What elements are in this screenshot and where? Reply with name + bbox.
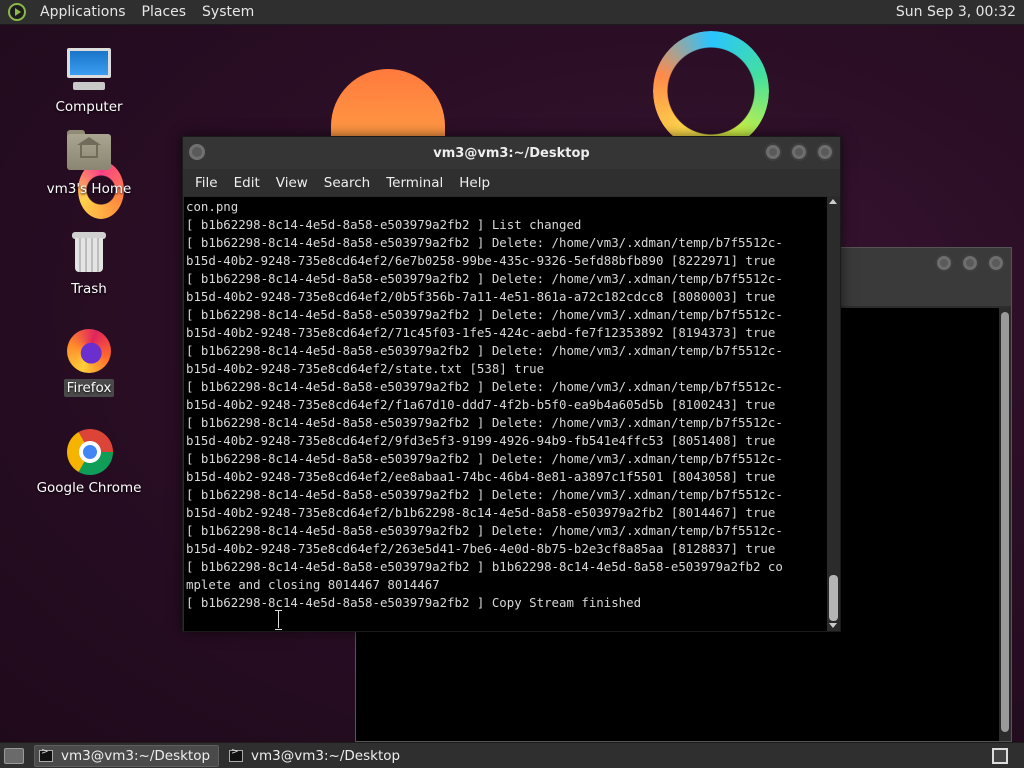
window-menu-button[interactable] xyxy=(189,144,205,160)
terminal-line: b15d-40b2-9248-735e8cd64ef2/state.txt [5… xyxy=(186,361,545,376)
scroll-down-arrow-icon[interactable] xyxy=(829,623,837,628)
close-button[interactable] xyxy=(987,254,1005,272)
wallpaper-shape-ring xyxy=(653,31,769,151)
terminal-line: b15d-40b2-9248-735e8cd64ef2/71c45f03-1fe… xyxy=(186,325,776,340)
terminal-line: con.png xyxy=(186,199,239,214)
mate-logo-icon[interactable] xyxy=(8,3,26,21)
terminal-line: [ b1b62298-8c14-4e5d-8a58-e503979a2fb2 ]… xyxy=(186,523,783,538)
background-scrollbar[interactable] xyxy=(999,308,1011,741)
taskbar-item-terminal-2[interactable]: vm3@vm3:~/Desktop xyxy=(225,745,408,767)
terminal-line: [ b1b62298-8c14-4e5d-8a58-e503979a2fb2 ]… xyxy=(186,343,783,358)
desktop-icon-label: Trash xyxy=(71,281,107,297)
menu-file[interactable]: File xyxy=(187,175,226,191)
terminal-icon xyxy=(39,747,53,762)
terminal-line: [ b1b62298-8c14-4e5d-8a58-e503979a2fb2 ]… xyxy=(186,271,783,286)
desktop-icon-computer[interactable]: Computer xyxy=(29,46,149,116)
terminal-line: [ b1b62298-8c14-4e5d-8a58-e503979a2fb2 ]… xyxy=(186,487,783,502)
terminal-line: [ b1b62298-8c14-4e5d-8a58-e503979a2fb2 ]… xyxy=(186,451,783,466)
desktop-icon-home[interactable]: vm3's Home xyxy=(29,128,149,198)
menu-help[interactable]: Help xyxy=(451,175,498,191)
home-folder-icon xyxy=(65,128,113,176)
terminal-titlebar[interactable]: vm3@vm3:~/Desktop xyxy=(183,137,840,169)
terminal-title: vm3@vm3:~/Desktop xyxy=(433,145,590,161)
trash-icon xyxy=(65,228,113,276)
menu-system[interactable]: System xyxy=(194,4,262,20)
terminal-menubar: File Edit View Search Terminal Help xyxy=(183,169,840,196)
panel-clock[interactable]: Sun Sep 3, 00:32 xyxy=(896,4,1024,20)
scroll-up-arrow-icon[interactable] xyxy=(829,199,837,204)
chrome-icon xyxy=(65,427,113,475)
menu-search[interactable]: Search xyxy=(316,175,378,191)
terminal-line: [ b1b62298-8c14-4e5d-8a58-e503979a2fb2 ]… xyxy=(186,217,582,232)
desktop-icon-chrome[interactable]: Google Chrome xyxy=(29,427,149,497)
scrollbar-thumb[interactable] xyxy=(829,575,838,621)
desktop-icon-label: vm3's Home xyxy=(46,181,132,197)
terminal-scrollbar[interactable] xyxy=(827,197,840,631)
taskbar-item-label: vm3@vm3:~/Desktop xyxy=(61,747,211,764)
desktop-icon-label: Firefox xyxy=(63,379,115,397)
maximize-button[interactable] xyxy=(790,143,808,161)
top-panel: Applications Places System Sun Sep 3, 00… xyxy=(0,0,1024,25)
minimize-button[interactable] xyxy=(764,143,782,161)
workspace-switcher-icon[interactable] xyxy=(992,747,1008,764)
menu-view[interactable]: View xyxy=(268,175,316,191)
terminal-line: b15d-40b2-9248-735e8cd64ef2/9fd3e5f3-919… xyxy=(186,433,776,448)
terminal-icon xyxy=(229,747,244,762)
bottom-panel: vm3@vm3:~/Desktop vm3@vm3:~/Desktop xyxy=(0,742,1024,768)
desktop-icon-label: Google Chrome xyxy=(36,480,142,496)
terminal-window[interactable]: vm3@vm3:~/Desktop File Edit View Search … xyxy=(182,136,841,632)
menu-places[interactable]: Places xyxy=(134,4,195,20)
desktop-icon-firefox[interactable]: Firefox xyxy=(29,327,149,397)
menu-applications[interactable]: Applications xyxy=(32,4,134,20)
terminal-line: [ b1b62298-8c14-4e5d-8a58-e503979a2fb2 ]… xyxy=(186,307,783,322)
computer-icon xyxy=(65,46,113,94)
terminal-line: [ b1b62298-8c14-4e5d-8a58-e503979a2fb2 ]… xyxy=(186,415,783,430)
minimize-button[interactable] xyxy=(935,254,953,272)
terminal-line: b15d-40b2-9248-735e8cd64ef2/6e7b0258-99b… xyxy=(186,253,776,268)
terminal-line: [ b1b62298-8c14-4e5d-8a58-e503979a2fb2 ]… xyxy=(186,235,783,250)
menu-edit[interactable]: Edit xyxy=(226,175,268,191)
terminal-line: b15d-40b2-9248-735e8cd64ef2/ee8abaa1-74b… xyxy=(186,469,776,484)
menu-terminal[interactable]: Terminal xyxy=(378,175,451,191)
terminal-line: b15d-40b2-9248-735e8cd64ef2/0b5f356b-7a1… xyxy=(186,289,776,304)
terminal-line: mplete and closing 8014467 8014467 xyxy=(186,577,440,592)
taskbar-item-terminal-1[interactable]: vm3@vm3:~/Desktop xyxy=(34,744,220,767)
terminal-line: [ b1b62298-8c14-4e5d-8a58-e503979a2fb2 ]… xyxy=(186,559,783,574)
desktop-icon-label: Computer xyxy=(55,99,123,115)
terminal-line: b15d-40b2-9248-735e8cd64ef2/263e5d41-7be… xyxy=(186,541,776,556)
firefox-icon xyxy=(65,327,113,375)
desktop-icon-trash[interactable]: Trash xyxy=(29,228,149,298)
terminal-line: b15d-40b2-9248-735e8cd64ef2/f1a67d10-ddd… xyxy=(186,397,776,412)
text-cursor-icon xyxy=(275,610,282,630)
show-desktop-icon[interactable] xyxy=(4,747,24,764)
close-button[interactable] xyxy=(816,143,834,161)
taskbar-item-label: vm3@vm3:~/Desktop xyxy=(251,747,401,764)
terminal-line: b15d-40b2-9248-735e8cd64ef2/b1b62298-8c1… xyxy=(186,505,776,520)
terminal-output[interactable]: con.png [ b1b62298-8c14-4e5d-8a58-e503979… xyxy=(184,197,827,631)
maximize-button[interactable] xyxy=(961,254,979,272)
terminal-line: [ b1b62298-8c14-4e5d-8a58-e503979a2fb2 ]… xyxy=(186,379,783,394)
